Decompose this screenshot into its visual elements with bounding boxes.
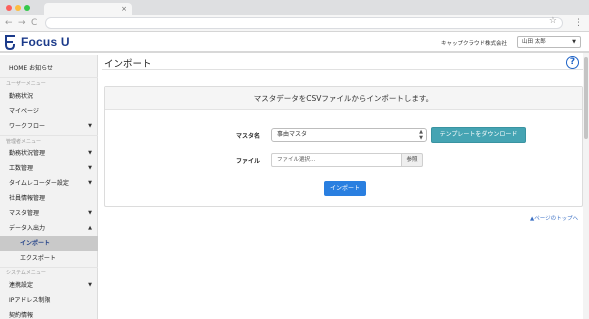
caret-down-icon: ▼ xyxy=(572,39,576,45)
caret-down-icon: ▼ xyxy=(88,165,92,171)
file-label: ファイル xyxy=(236,158,261,165)
caret-up-icon: ▲ xyxy=(88,225,92,231)
file-input[interactable]: ファイル選択... xyxy=(271,153,402,167)
sidebar-item-integration[interactable]: 連携設定 ▼ xyxy=(0,278,98,293)
sidebar-item-manhours[interactable]: 工数管理 ▼ xyxy=(0,161,98,176)
browser-menu-icon[interactable]: ⋮ xyxy=(574,17,583,29)
caret-down-icon: ▼ xyxy=(88,123,92,129)
sidebar-item-export[interactable]: エクスポート xyxy=(0,251,98,266)
caret-down-icon: ▼ xyxy=(88,210,92,216)
user-name: 山田 太郎 xyxy=(522,39,546,45)
logo-text[interactable]: Focus U xyxy=(21,35,70,49)
sidebar-item-contract[interactable]: 契約情報 xyxy=(0,308,98,319)
sidebar-item-attendance-mgmt[interactable]: 勤務状況管理 ▼ xyxy=(0,146,98,161)
master-select[interactable]: 事由マスタ ▲ ▼ xyxy=(271,128,427,142)
divider xyxy=(102,69,584,70)
sidebar-item-home[interactable]: HOME お知らせ xyxy=(0,61,98,76)
sidebar-group-user: ユーザーメニュー xyxy=(6,81,46,87)
address-bar[interactable]: ☆ xyxy=(45,16,563,29)
page-top-link[interactable]: ▲ページのトップへ xyxy=(530,214,578,222)
divider xyxy=(0,267,98,268)
browser-toolbar: ← → C ☆ ⋮ xyxy=(0,15,589,32)
divider xyxy=(0,77,98,78)
panel-heading: マスタデータをCSVファイルからインポートします。 xyxy=(105,87,582,110)
back-icon[interactable]: ← xyxy=(5,17,13,29)
sidebar-group-system: システムメニュー xyxy=(6,270,46,276)
sidebar-item-mypage[interactable]: マイページ xyxy=(0,104,98,119)
caret-down-icon: ▼ xyxy=(88,180,92,186)
sidebar-item-masters[interactable]: マスタ管理 ▼ xyxy=(0,206,98,221)
help-icon[interactable]: ? xyxy=(566,56,579,69)
tab-close-icon[interactable]: × xyxy=(121,3,127,15)
sidebar-item-workflow[interactable]: ワークフロー ▼ xyxy=(0,119,98,134)
browse-button[interactable]: 参照 xyxy=(401,153,423,167)
close-window-button[interactable] xyxy=(6,5,12,11)
bookmark-star-icon[interactable]: ☆ xyxy=(549,16,557,26)
sidebar-item-data-io[interactable]: データ入出力 ▲ xyxy=(0,221,98,236)
sidebar-item-ip-limit[interactable]: IPアドレス制限 xyxy=(0,293,98,308)
updown-icon: ▲ ▼ xyxy=(419,129,423,141)
sidebar-item-attendance[interactable]: 勤務状況 xyxy=(0,89,98,104)
minimize-window-button[interactable] xyxy=(15,5,21,11)
sidebar: HOME お知らせ ユーザーメニュー 勤務状況 マイページ ワークフロー ▼ 管理… xyxy=(0,55,98,319)
focus-u-logo-icon xyxy=(5,35,15,50)
master-label: マスタ名 xyxy=(236,133,261,140)
scrollbar-thumb[interactable] xyxy=(584,57,588,139)
company-name: キャップクラウド株式会社 xyxy=(441,41,508,47)
maximize-window-button[interactable] xyxy=(24,5,30,11)
app-header: Focus U キャップクラウド株式会社 山田 太郎 ▼ xyxy=(0,32,589,53)
page-title: インポート xyxy=(104,59,152,70)
sidebar-item-timerecorder[interactable]: タイムレコーダー設定 ▼ xyxy=(0,176,98,191)
browser-tab-strip: × xyxy=(0,0,589,15)
sidebar-item-import[interactable]: インポート xyxy=(0,236,98,251)
user-select[interactable]: 山田 太郎 ▼ xyxy=(517,36,581,48)
import-button[interactable]: インポート xyxy=(324,181,366,196)
browser-tab[interactable]: × xyxy=(44,3,132,15)
caret-down-icon: ▼ xyxy=(88,282,92,288)
reload-icon[interactable]: C xyxy=(31,17,37,29)
master-select-value: 事由マスタ xyxy=(277,131,308,138)
download-template-button[interactable]: テンプレートをダウンロード xyxy=(431,127,526,143)
caret-down-icon: ▼ xyxy=(88,150,92,156)
scrollbar[interactable] xyxy=(583,53,589,319)
forward-icon[interactable]: → xyxy=(18,17,26,29)
divider xyxy=(0,135,98,136)
sidebar-item-employees[interactable]: 社員情報管理 xyxy=(0,191,98,206)
